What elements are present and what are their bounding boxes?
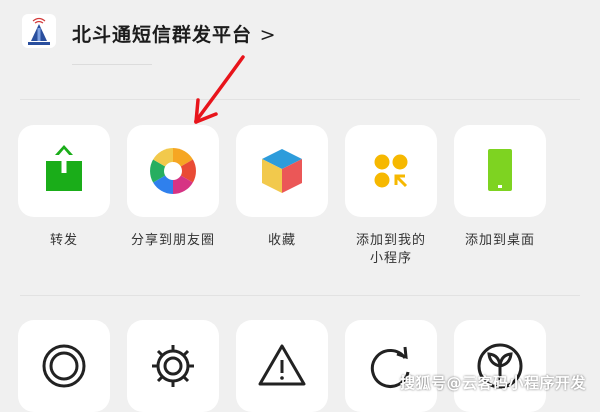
- chevron-right-icon: >: [259, 24, 277, 46]
- subtitle-placeholder: [72, 64, 152, 65]
- warning-icon: [258, 344, 306, 386]
- share-moments-button[interactable]: [127, 125, 219, 217]
- watermark: 搜狐号@云客码小程序开发: [400, 374, 587, 392]
- sprout-icon: [477, 343, 523, 389]
- share-moments-label: 分享到朋友圈: [118, 232, 228, 250]
- refresh-icon: [370, 346, 410, 388]
- favorite-cube-icon: [262, 149, 302, 193]
- app-title[interactable]: 北斗通短信群发平台 >: [72, 20, 277, 47]
- header: 北斗通短信群发平台 >: [0, 0, 600, 100]
- divider: [20, 99, 580, 100]
- add-desktop-label: 添加到桌面: [464, 233, 535, 248]
- app-logo: [22, 14, 56, 48]
- share-upload-icon: [46, 145, 82, 191]
- add-my-mini-program-label: 添加到我的小程序: [336, 232, 446, 268]
- add-desktop-button[interactable]: [454, 125, 546, 217]
- reload-button[interactable]: [345, 320, 437, 412]
- forward-button[interactable]: [18, 125, 110, 217]
- action-button[interactable]: [18, 320, 110, 412]
- favorite-button[interactable]: [236, 125, 328, 217]
- add-my-mini-program-button[interactable]: [345, 125, 437, 217]
- report-button[interactable]: [236, 320, 328, 412]
- settings-button[interactable]: [127, 320, 219, 412]
- forward-label: 转发: [49, 233, 78, 248]
- gear-icon: [152, 345, 194, 387]
- share-moments-label-text: 分享到朋友圈: [130, 233, 215, 248]
- add-my-mini-program-label-text: 添加到我的小程序: [355, 233, 426, 266]
- mini-program-add-icon: [374, 154, 408, 188]
- circle-ring-icon: [42, 344, 86, 388]
- app-title-text: 北斗通短信群发平台: [72, 24, 253, 46]
- desktop-phone-icon: [488, 149, 512, 191]
- favorite-label: 收藏: [267, 233, 296, 248]
- moments-aperture-icon: [150, 148, 196, 194]
- care-mode-button[interactable]: [454, 320, 546, 412]
- divider: [20, 295, 580, 296]
